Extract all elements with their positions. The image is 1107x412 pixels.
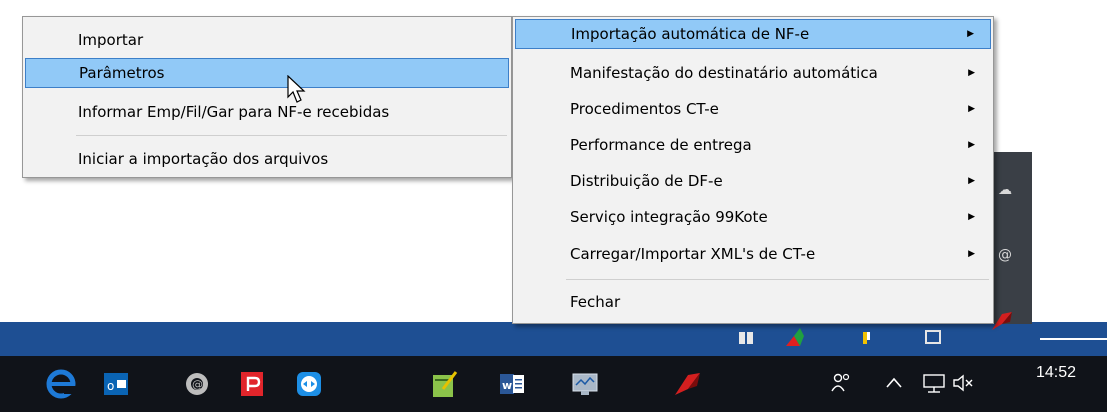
clock[interactable]: 14:52: [1036, 364, 1076, 382]
menu-item-label: Serviço integração 99Kote: [570, 208, 768, 226]
window-icon[interactable]: [925, 330, 941, 344]
submenu-item-fechar[interactable]: Fechar: [515, 287, 991, 317]
menu-item-label: Iniciar a importação dos arquivos: [78, 150, 329, 168]
divider-line: [1040, 338, 1107, 340]
submenu-item-performance[interactable]: Performance de entrega ▶: [515, 130, 991, 160]
submenu-arrow-icon: ▶: [968, 68, 975, 78]
menu-item-label: Importar: [78, 31, 144, 49]
menu-item-label: Carregar/Importar XML's de CT-e: [570, 245, 816, 263]
submenu-item-distribuicao[interactable]: Distribuição de DF-e ▶: [515, 166, 991, 196]
notepad-icon[interactable]: [425, 365, 463, 403]
menu-item-parametros[interactable]: Parâmetros: [25, 58, 509, 88]
monitor-icon[interactable]: [566, 365, 604, 403]
edge-icon[interactable]: [42, 365, 80, 403]
tray-overflow-panel: ☁ @: [990, 152, 1032, 324]
chevron-up-icon[interactable]: [885, 376, 903, 390]
people-icon[interactable]: [830, 372, 852, 394]
submenu-arrow-icon: ▶: [968, 104, 975, 114]
submenu-item-integracao-99kote[interactable]: Serviço integração 99Kote ▶: [515, 202, 991, 232]
book-icon[interactable]: [738, 330, 754, 346]
pdf-icon[interactable]: [233, 365, 271, 403]
colored-check-icon[interactable]: [786, 326, 814, 348]
speaker-mute-icon[interactable]: [952, 373, 974, 393]
network-icon[interactable]: [922, 372, 946, 394]
submenu-item-carregar-xml[interactable]: Carregar/Importar XML's de CT-e ▶: [515, 239, 991, 269]
submenu-arrow-icon: ▶: [967, 29, 974, 39]
svg-text:o: o: [107, 379, 114, 393]
submenu-arrow-icon: ▶: [968, 176, 975, 186]
outlook-icon[interactable]: o: [97, 365, 135, 403]
submenu-arrow-icon: ▶: [968, 249, 975, 259]
menu-separator: [76, 135, 507, 136]
app-icon[interactable]: [668, 365, 706, 403]
menu-item-label: Procedimentos CT-e: [570, 100, 719, 118]
teamviewer-icon[interactable]: [290, 365, 328, 403]
submenu-arrow-icon: ▶: [968, 212, 975, 222]
svg-text:@: @: [192, 378, 203, 391]
menu-item-label: Performance de entrega: [570, 136, 752, 154]
menu-item-label: Fechar: [570, 293, 621, 311]
lotus-icon[interactable]: @: [178, 365, 216, 403]
menu-item-label: Manifestação do destinatário automática: [570, 64, 878, 82]
cloud-icon[interactable]: ☁: [998, 182, 1012, 198]
menu-separator: [566, 279, 989, 280]
svg-text:w: w: [502, 379, 512, 392]
submenu-item-procedimentos-cte[interactable]: Procedimentos CT-e ▶: [515, 94, 991, 124]
submenu: Importação automática de NF-e ▶ Manifest…: [512, 16, 994, 324]
context-menu: Importar Parâmetros Informar Emp/Fil/Gar…: [22, 16, 512, 178]
mouse-cursor-icon: [287, 75, 306, 103]
menu-item-label: Parâmetros: [79, 64, 165, 82]
submenu-item-manifestacao[interactable]: Manifestação do destinatário automática …: [515, 58, 991, 88]
at-icon[interactable]: @: [998, 247, 1012, 263]
menu-item-importar[interactable]: Importar: [25, 25, 509, 55]
menu-item-informar[interactable]: Informar Emp/Fil/Gar para NF-e recebidas: [25, 97, 509, 127]
menu-item-label: Distribuição de DF-e: [570, 172, 723, 190]
menu-item-label: Importação automática de NF-e: [571, 25, 810, 43]
menu-item-label: Informar Emp/Fil/Gar para NF-e recebidas: [78, 103, 390, 121]
pin-icon[interactable]: [860, 330, 874, 346]
word-icon[interactable]: w: [493, 365, 531, 403]
submenu-item-importacao-automatica[interactable]: Importação automática de NF-e ▶: [515, 19, 991, 49]
submenu-arrow-icon: ▶: [968, 140, 975, 150]
menu-item-iniciar-importacao[interactable]: Iniciar a importação dos arquivos: [25, 144, 509, 174]
